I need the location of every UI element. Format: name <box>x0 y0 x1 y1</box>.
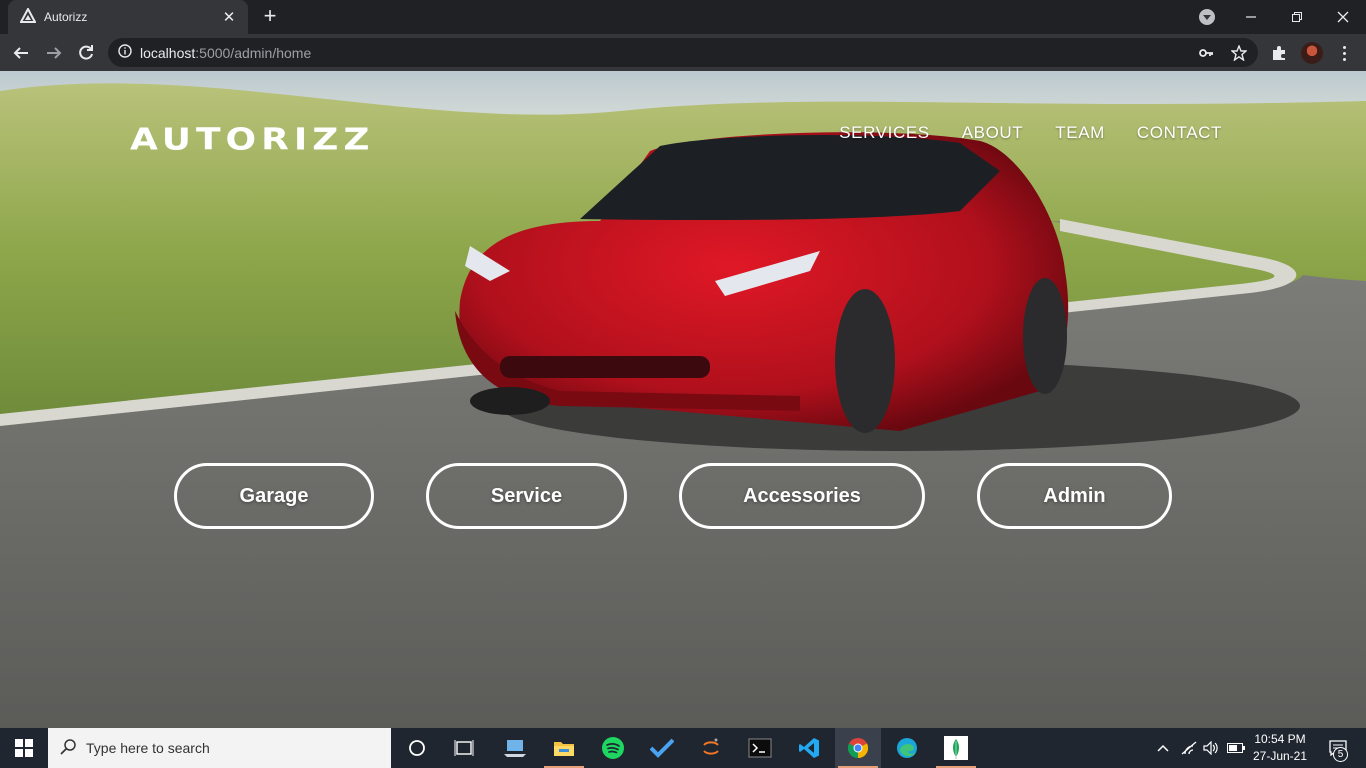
browser-menu-icon[interactable] <box>1334 42 1354 64</box>
laptop-app-icon[interactable] <box>492 728 538 768</box>
garage-button[interactable]: Garage <box>174 463 374 529</box>
site-nav: SERVICES ABOUT TEAM CONTACT <box>839 123 1222 143</box>
windows-start-icon[interactable] <box>0 728 48 768</box>
url-path: :5000/admin/home <box>195 44 312 61</box>
admin-button[interactable]: Admin <box>977 463 1172 529</box>
forward-arrow-icon[interactable] <box>41 40 67 66</box>
service-button[interactable]: Service <box>426 463 627 529</box>
address-bar[interactable]: localhost:5000/admin/home <box>108 38 1258 67</box>
new-tab-button[interactable]: + <box>258 5 282 29</box>
back-arrow-icon[interactable] <box>8 40 34 66</box>
tab-close-icon[interactable]: ✕ <box>220 8 238 26</box>
tab-title: Autorizz <box>44 10 88 24</box>
task-view-icon[interactable] <box>441 728 487 768</box>
taskbar-clock[interactable]: 10:54 PM 27-Jun-21 <box>1248 731 1312 765</box>
autorizz-favicon-icon <box>19 6 37 27</box>
cortana-icon[interactable] <box>394 728 440 768</box>
bookmark-star-icon[interactable] <box>1229 43 1249 63</box>
show-hidden-icons-chevron-icon[interactable] <box>1152 728 1174 768</box>
url-host: localhost <box>140 44 196 61</box>
mongodb-compass-icon[interactable] <box>933 728 979 768</box>
taskbar-search-input[interactable]: Type here to search <box>48 728 391 768</box>
page-viewport: AUTORIZZ SERVICES ABOUT TEAM CONTACT Gar… <box>0 71 1366 728</box>
window-restore-icon[interactable] <box>1274 0 1320 34</box>
todo-check-icon[interactable] <box>639 728 685 768</box>
edge-icon[interactable] <box>884 728 930 768</box>
wifi-icon[interactable] <box>1178 728 1200 768</box>
browser-tab-autorizz[interactable]: Autorizz ✕ <box>8 0 248 34</box>
file-explorer-icon[interactable] <box>541 728 587 768</box>
search-placeholder: Type here to search <box>86 740 210 756</box>
windows-taskbar: Type here to search 10:54 PM 27-Jun-21 5 <box>0 728 1366 768</box>
accessories-button[interactable]: Accessories <box>679 463 925 529</box>
chrome-taskbar-icon[interactable] <box>835 728 881 768</box>
battery-icon[interactable] <box>1224 728 1248 768</box>
nav-link-about[interactable]: ABOUT <box>962 123 1024 143</box>
nav-link-services[interactable]: SERVICES <box>839 123 929 143</box>
notification-count-badge: 5 <box>1333 747 1348 762</box>
clock-date: 27-Jun-21 <box>1252 749 1308 763</box>
browser-toolbar: localhost:5000/admin/home <box>0 34 1366 71</box>
site-logo[interactable]: AUTORIZZ <box>130 122 374 157</box>
jupyter-icon[interactable] <box>688 728 734 768</box>
site-info-icon[interactable] <box>118 44 132 61</box>
nav-link-team[interactable]: TEAM <box>1055 123 1105 143</box>
clock-time: 10:54 PM <box>1254 732 1306 746</box>
vscode-icon[interactable] <box>786 728 832 768</box>
window-close-icon[interactable] <box>1320 0 1366 34</box>
nav-link-contact[interactable]: CONTACT <box>1137 123 1222 143</box>
window-minimize-icon[interactable] <box>1228 0 1274 34</box>
search-icon <box>60 738 76 758</box>
profile-avatar[interactable] <box>1301 42 1323 64</box>
hero-button-row: Garage Service Accessories Admin <box>0 463 1366 529</box>
extensions-puzzle-icon[interactable] <box>1268 42 1290 64</box>
key-icon[interactable] <box>1196 43 1216 63</box>
tab-search-icon[interactable] <box>1199 9 1215 25</box>
hero-car-background <box>0 71 1366 728</box>
reload-icon[interactable] <box>73 40 99 66</box>
terminal-icon[interactable] <box>737 728 783 768</box>
volume-icon[interactable] <box>1200 728 1222 768</box>
spotify-icon[interactable] <box>590 728 636 768</box>
browser-tab-strip: Autorizz ✕ + <box>0 0 1366 34</box>
